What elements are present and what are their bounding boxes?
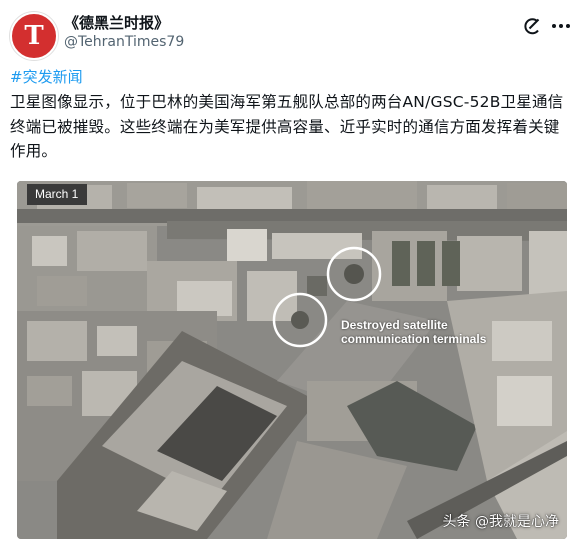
watermark: 头条 @我就是心净 [442,514,559,530]
hashtag-link[interactable]: #突发新闻 [10,66,83,87]
grok-icon[interactable] [522,16,542,36]
post-header: T 《德黑兰时报》 @TehranTimes79 [8,8,576,60]
satellite-image-render [17,181,567,539]
avatar[interactable]: T [10,12,58,60]
post-text: 卫星图像显示，位于巴林的美国海军第五舰队总部的两台AN/GSC-52B卫星通信终… [10,93,564,160]
image-annotation: Destroyed satellite communication termin… [341,318,487,346]
more-options-icon[interactable] [550,16,572,36]
avatar-letter: T [24,21,44,51]
author-handle[interactable]: @TehranTimes79 [64,34,184,50]
date-label: March 1 [27,184,88,205]
satellite-image[interactable]: March 1 Destroyed satellite communicatio… [17,181,567,539]
author-name[interactable]: 《德黑兰时报》 [64,12,169,33]
